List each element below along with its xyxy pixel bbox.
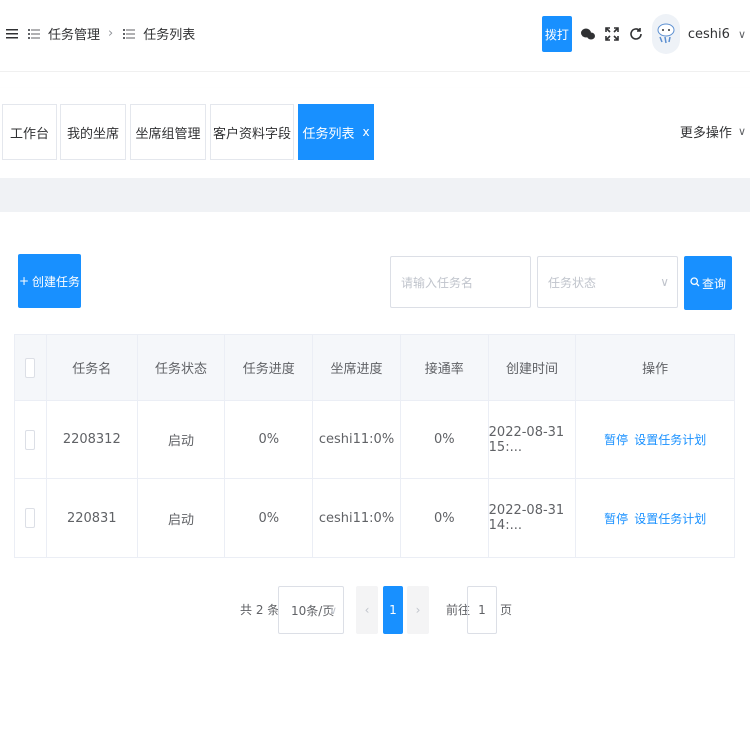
query-button[interactable]: 查询 <box>684 256 732 310</box>
tab-label: 客户资料字段 <box>212 126 291 142</box>
query-label: 查询 <box>701 276 726 291</box>
row-checkbox[interactable] <box>25 508 36 528</box>
column-header: 任务进度 <box>225 335 314 400</box>
set-task-plan-link[interactable]: 设置任务计划 <box>634 431 706 448</box>
pause-link[interactable]: 暂停 <box>604 510 628 527</box>
search-icon <box>690 276 700 290</box>
set-task-plan-link[interactable]: 设置任务计划 <box>634 510 706 527</box>
chat-icon[interactable] <box>580 26 596 42</box>
breadcrumb-item-task-management[interactable]: 任务管理 <box>48 24 100 43</box>
header-actions: 拨打 ceshi6 ∨ <box>541 14 746 54</box>
dial-button[interactable]: 拨打 <box>541 16 572 52</box>
table-row: 2208312 启动 0% ceshi11:0% 0% 2022-08-31 1… <box>15 401 734 479</box>
more-actions-label: 更多操作 <box>679 126 732 141</box>
top-header: 任务管理 › 任务列表 拨打 ceshi6 ∨ <box>0 0 750 72</box>
tabs-bar: 工作台 我的坐席 坐席组管理 客户资料字段 任务列表 x 更多操作 ∨ <box>0 88 750 178</box>
page-size-select[interactable]: 10条/页 ∨ <box>278 586 344 634</box>
more-actions-dropdown[interactable]: 更多操作 ∨ <box>680 122 746 141</box>
task-progress-cell: 0% <box>225 479 314 557</box>
task-name-cell: 220831 <box>47 479 138 557</box>
chevron-down-icon: ∨ <box>328 603 337 617</box>
connect-rate-cell: 0% <box>401 479 489 557</box>
column-header: 接通率 <box>401 335 489 400</box>
select-all-cell <box>15 335 47 400</box>
column-header: 任务名 <box>47 335 138 400</box>
tab-label: 工作台 <box>9 126 49 142</box>
row-select-cell <box>15 401 47 478</box>
task-name-placeholder: 请输入任务名 <box>401 275 474 290</box>
table-row: 220831 启动 0% ceshi11:0% 0% 2022-08-31 14… <box>15 479 734 557</box>
next-page-button[interactable]: › <box>407 586 429 634</box>
chevron-down-icon: ∨ <box>737 125 746 138</box>
task-name-cell: 2208312 <box>47 401 138 478</box>
tab-task-list[interactable]: 任务列表 x <box>298 104 374 160</box>
column-header: 创建时间 <box>489 335 577 400</box>
fullscreen-icon[interactable] <box>604 26 620 42</box>
prev-page-button[interactable]: ‹ <box>356 586 378 634</box>
actions-cell: 暂停 设置任务计划 <box>576 401 734 478</box>
created-time-cell: 2022-08-31 14:... <box>489 479 577 557</box>
breadcrumb-separator: › <box>108 26 114 41</box>
task-table: 任务名 任务状态 任务进度 坐席进度 接通率 创建时间 操作 2208312 启… <box>14 334 735 558</box>
page-number-current[interactable]: 1 <box>383 586 403 634</box>
chevron-down-icon: ∨ <box>660 275 669 289</box>
menu-fold-icon[interactable] <box>4 26 20 42</box>
breadcrumb: 任务管理 › 任务列表 <box>4 24 195 43</box>
tab-workbench[interactable]: 工作台 <box>2 104 57 160</box>
create-task-label: 创建任务 <box>32 274 81 289</box>
column-header: 操作 <box>642 362 669 377</box>
close-icon[interactable]: x <box>362 125 369 139</box>
created-time-cell: 2022-08-31 15:... <box>489 401 577 478</box>
plus-icon: + <box>18 274 30 288</box>
connect-rate-cell: 0% <box>401 401 489 478</box>
tab-label: 我的坐席 <box>66 126 119 142</box>
task-status-placeholder: 任务状态 <box>548 275 597 290</box>
row-select-cell <box>15 479 47 557</box>
task-progress-cell: 0% <box>225 401 314 478</box>
table-header-row: 任务名 任务状态 任务进度 坐席进度 接通率 创建时间 操作 <box>15 335 734 401</box>
task-name-input[interactable]: 请输入任务名 <box>390 256 531 308</box>
content-divider <box>0 178 750 212</box>
tab-my-seat[interactable]: 我的坐席 <box>60 104 126 160</box>
page-size-value: 10条/页 <box>291 603 335 618</box>
list-icon <box>121 26 137 42</box>
pause-link[interactable]: 暂停 <box>604 431 628 448</box>
tab-seat-group[interactable]: 坐席组管理 <box>130 104 206 160</box>
task-status-cell: 启动 <box>138 401 226 478</box>
refresh-icon[interactable] <box>628 26 644 42</box>
goto-suffix: 页 <box>500 603 513 617</box>
create-task-button[interactable]: + 创建任务 <box>18 254 81 308</box>
task-status-select[interactable]: 任务状态 ∨ <box>537 256 678 308</box>
tab-customer-fields[interactable]: 客户资料字段 <box>210 104 294 160</box>
tab-label: 坐席组管理 <box>135 126 201 142</box>
actions-cell: 暂停 设置任务计划 <box>576 479 734 557</box>
task-status-cell: 启动 <box>138 479 226 557</box>
chevron-left-icon: ‹ <box>364 603 370 617</box>
column-header: 任务状态 <box>138 335 226 400</box>
breadcrumb-item-task-list[interactable]: 任务列表 <box>143 24 195 43</box>
select-all-checkbox[interactable] <box>25 357 36 378</box>
column-header: 坐席进度 <box>313 335 401 400</box>
chevron-down-icon[interactable]: ∨ <box>738 28 746 41</box>
goto-page-input[interactable]: 1 <box>467 586 497 634</box>
chevron-right-icon: › <box>415 603 421 617</box>
list-icon <box>26 26 42 42</box>
pagination: 共 2 条 10条/页 ∨ ‹ 1 › 前往 1 页 <box>0 586 750 636</box>
agent-progress-cell: ceshi11:0% <box>313 401 401 478</box>
username[interactable]: ceshi6 <box>688 27 730 42</box>
row-checkbox[interactable] <box>25 429 36 450</box>
tab-label: 任务列表 <box>302 126 355 142</box>
total-count: 共 2 条 <box>240 603 280 617</box>
avatar[interactable] <box>651 14 680 54</box>
agent-progress-cell: ceshi11:0% <box>313 479 401 557</box>
